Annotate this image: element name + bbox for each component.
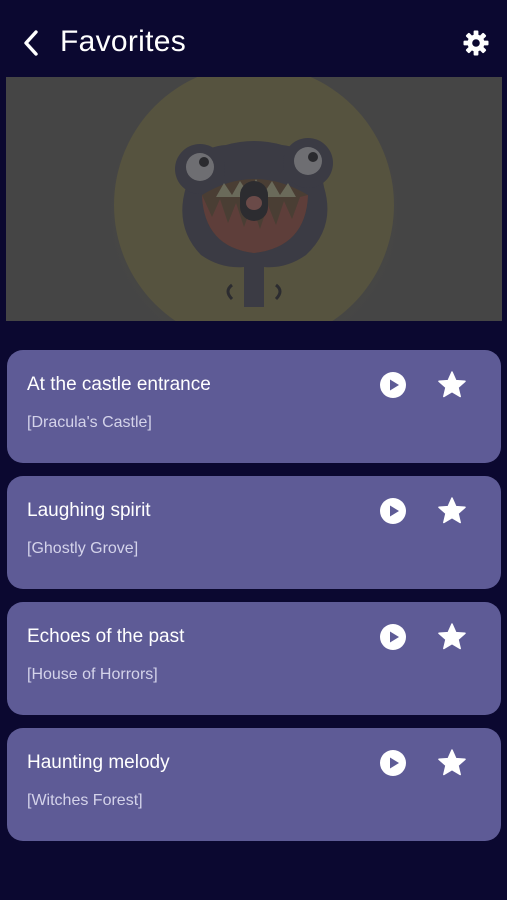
favorite-card[interactable]: At the castle entrance [Dracula's Castle… bbox=[7, 350, 501, 463]
favorite-card[interactable]: Echoes of the past [House of Horrors] bbox=[7, 602, 501, 715]
monster-illustration bbox=[6, 77, 502, 321]
favorite-card[interactable]: Laughing spirit [Ghostly Grove] bbox=[7, 476, 501, 589]
play-button-icon[interactable] bbox=[379, 749, 407, 777]
play-button-icon[interactable] bbox=[379, 623, 407, 651]
track-location: [Dracula's Castle] bbox=[27, 414, 152, 431]
track-location: [House of Horrors] bbox=[27, 666, 158, 683]
track-location: [Ghostly Grove] bbox=[27, 540, 139, 557]
star-icon[interactable] bbox=[437, 622, 467, 652]
back-button[interactable] bbox=[14, 26, 48, 60]
track-title: Laughing spirit bbox=[27, 500, 151, 521]
banner-image bbox=[6, 77, 502, 321]
gear-icon bbox=[463, 30, 489, 56]
settings-button[interactable] bbox=[459, 26, 493, 60]
app-header: Favorites bbox=[0, 0, 507, 78]
chevron-left-icon bbox=[24, 30, 38, 56]
page-title: Favorites bbox=[60, 25, 187, 58]
track-title: At the castle entrance bbox=[27, 374, 211, 395]
star-icon[interactable] bbox=[437, 748, 467, 778]
track-title: Haunting melody bbox=[27, 752, 170, 773]
star-icon[interactable] bbox=[437, 370, 467, 400]
track-location: [Witches Forest] bbox=[27, 792, 143, 809]
track-title: Echoes of the past bbox=[27, 626, 185, 647]
favorites-list: At the castle entrance [Dracula's Castle… bbox=[7, 350, 501, 854]
star-icon[interactable] bbox=[437, 496, 467, 526]
play-button-icon[interactable] bbox=[379, 497, 407, 525]
play-button-icon[interactable] bbox=[379, 371, 407, 399]
favorite-card[interactable]: Haunting melody [Witches Forest] bbox=[7, 728, 501, 841]
